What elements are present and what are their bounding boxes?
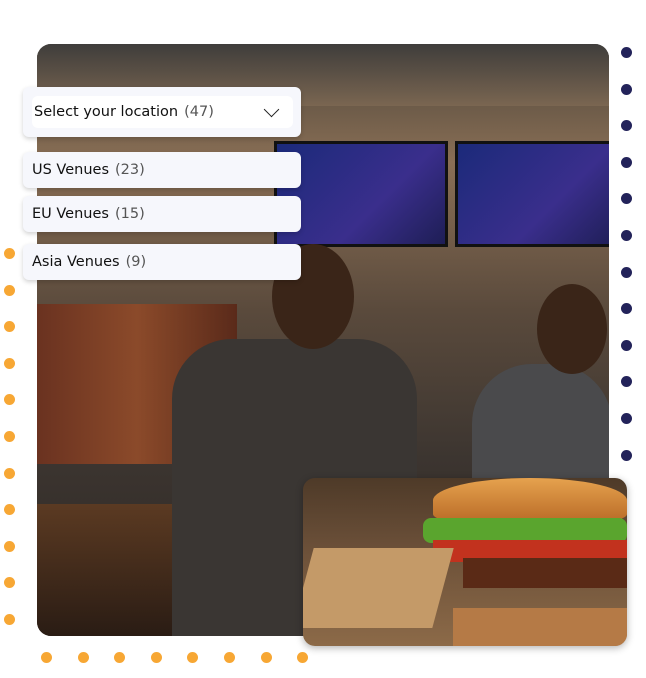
decorative-dot — [621, 413, 632, 424]
decorative-dot — [621, 303, 632, 315]
option-count: (15) — [114, 206, 145, 222]
decorative-dot — [621, 193, 632, 205]
decorative-dot — [4, 431, 15, 442]
select-label: Select your location — [34, 104, 179, 120]
decorative-dot — [621, 47, 632, 58]
decorative-dot — [621, 266, 632, 278]
decorative-dot — [187, 652, 199, 663]
person-head — [537, 284, 607, 374]
option-label: Asia Venues — [32, 254, 120, 270]
decorative-dot — [4, 248, 15, 259]
option-label: EU Venues — [32, 206, 109, 222]
decorative-dot — [77, 652, 89, 663]
decorative-dot — [4, 357, 15, 369]
decorative-dot — [297, 652, 309, 663]
decorative-dot — [621, 376, 632, 388]
decorative-dot — [621, 156, 632, 168]
decorative-dot — [621, 449, 632, 461]
decorative-dot — [621, 83, 632, 95]
chevron-down-icon[interactable] — [263, 101, 280, 117]
decorative-dot — [621, 339, 632, 351]
option-us-venues[interactable]: US Venues (23) — [23, 152, 301, 188]
menu-screen — [455, 141, 609, 247]
decorative-dot — [150, 652, 162, 663]
decorative-dot — [621, 230, 632, 241]
decorative-dot — [621, 120, 632, 132]
option-eu-venues[interactable]: EU Venues (15) — [23, 196, 301, 232]
option-label: US Venues — [32, 162, 109, 178]
decorative-dot — [4, 467, 15, 479]
decorative-dot — [41, 652, 52, 663]
decorative-dot — [4, 504, 15, 516]
option-count: (9) — [125, 254, 147, 270]
decorative-dot — [224, 652, 235, 663]
select-count: (47) — [184, 104, 214, 120]
decorative-dot — [4, 321, 15, 333]
decorative-dot — [4, 614, 15, 625]
decorative-dot — [4, 540, 15, 552]
decorative-dot — [4, 394, 15, 406]
burger-photo — [303, 478, 627, 646]
decorative-dot — [260, 652, 272, 663]
option-asia-venues[interactable]: Asia Venues (9) — [23, 244, 301, 280]
decorative-dot — [4, 284, 15, 296]
option-count: (23) — [115, 162, 145, 178]
decorative-dot — [114, 652, 126, 663]
location-select[interactable]: Select your location (47) — [23, 87, 301, 137]
decorative-dot — [4, 577, 15, 589]
person — [472, 364, 609, 484]
